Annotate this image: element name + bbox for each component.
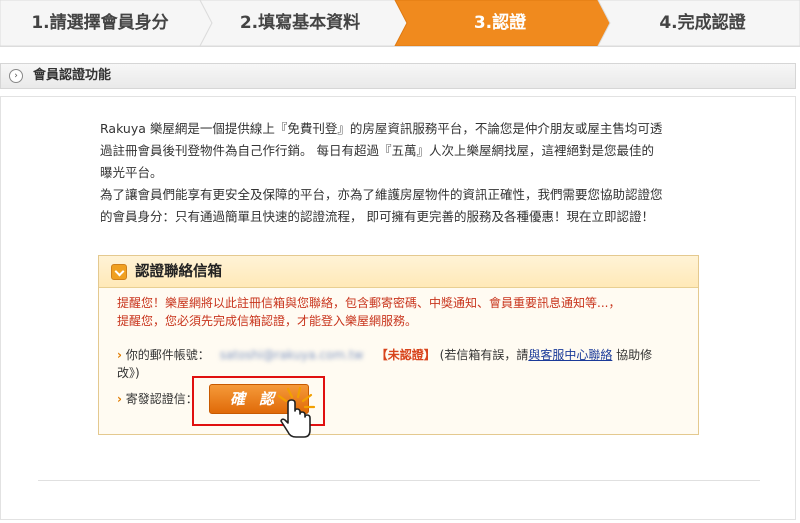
verify-box-header: 認證聯絡信箱 [99, 256, 698, 288]
intro-line: 的會員身分：只有通過簡單且快速的認證流程， 即可擁有更完善的服務及各種優惠！現在… [100, 209, 654, 224]
note-prefix: (若信箱有誤，請 [439, 348, 529, 362]
intro-line: 為了讓會員們能享有更安全及保障的平台，亦為了維護房屋物件的資訊正確性，我們需要您… [100, 187, 663, 202]
intro-line: 過註冊會員後刊登物件為自己作行銷。 每日有超過『五萬』人次上樂屋網找屋，這裡絕對… [100, 143, 654, 158]
intro-line: Rakuya 樂屋網是一個提供線上『免費刊登』的房屋資訊服務平台，不論您是仲介朋… [100, 121, 663, 136]
note-suffix: 協助修 [616, 348, 653, 362]
send-label: 寄發認證信： [125, 392, 198, 406]
send-row: › 寄發認證信： [117, 390, 198, 408]
email-label: 你的郵件帳號： [125, 348, 210, 362]
status-badge: 【未認證】 [375, 348, 436, 362]
warning-line: 提醒您！樂屋網將以此註冊信箱與您聯絡，包含郵寄密碼、中獎通知、會員重要訊息通知等… [117, 296, 621, 310]
email-value: satoshi@rakuya.com.tw [219, 348, 364, 362]
intro-line: 曝光平台。 [100, 165, 163, 180]
chevron-down-icon [111, 264, 127, 280]
section-header: › 會員認證功能 [0, 63, 796, 89]
circle-chevron-icon: › [9, 69, 23, 83]
step-1: 1.請選擇會員身分 [31, 13, 169, 33]
warning-text: 提醒您！樂屋網將以此註冊信箱與您聯絡，包含郵寄密碼、中獎通知、會員重要訊息通知等… [117, 294, 687, 330]
arrow-icon: › [117, 348, 122, 362]
section-title: 會員認證功能 [33, 68, 112, 83]
intro-text: Rakuya 樂屋網是一個提供線上『免費刊登』的房屋資訊服務平台，不論您是仲介朋… [100, 118, 710, 228]
hand-cursor-icon [277, 387, 316, 438]
note-line2: 改》) [117, 366, 140, 380]
step-2: 2.填寫基本資料 [239, 13, 361, 33]
step-3-active: 3.認證 [473, 13, 527, 33]
arrow-icon: › [117, 392, 122, 406]
contact-support-link[interactable]: 與客服中心聯絡 [528, 348, 612, 362]
step-4: 4.完成認證 [659, 13, 746, 33]
verify-box-title: 認證聯絡信箱 [135, 264, 222, 280]
divider [38, 480, 760, 481]
progress-steps: 1.請選擇會員身分 2.填寫基本資料 3.認證 4.完成認證 [0, 0, 800, 50]
warning-line: 提醒您，您必須先完成信箱認證，才能登入樂屋網服務。 [117, 314, 418, 328]
verify-email-box: 認證聯絡信箱 提醒您！樂屋網將以此註冊信箱與您聯絡，包含郵寄密碼、中獎通知、會員… [98, 255, 699, 435]
